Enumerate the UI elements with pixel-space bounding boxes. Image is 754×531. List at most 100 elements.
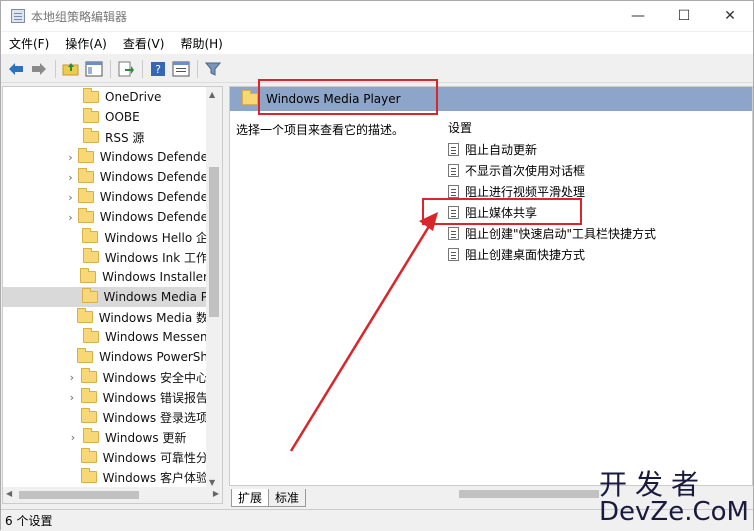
up-folder-button[interactable]	[60, 58, 82, 80]
scroll-right-icon[interactable]: ▶	[213, 489, 219, 498]
policy-row[interactable]: 不显示首次使用对话框	[448, 160, 585, 180]
tree-item[interactable]: Windows 客户体验	[3, 467, 208, 487]
tree-item[interactable]: Windows Messen	[3, 327, 208, 347]
folder-icon	[82, 228, 99, 243]
properties-button[interactable]	[170, 58, 192, 80]
scroll-thumb[interactable]	[19, 491, 139, 499]
folder-up-icon	[62, 62, 79, 75]
tree-item[interactable]: › Windows Defende	[3, 187, 208, 207]
tree-item[interactable]: › Windows Defende	[3, 147, 208, 167]
watermark: 开发者 DevZe.CoM	[599, 463, 749, 529]
policy-row[interactable]: 阻止自动更新	[448, 139, 537, 159]
tree-item[interactable]: Windows Ink 工作	[3, 247, 208, 267]
back-arrow-icon	[9, 62, 23, 75]
folder-icon	[77, 188, 94, 203]
tree-item[interactable]: › Windows 更新	[3, 427, 208, 447]
tree-item[interactable]: › Windows 安全中心	[3, 367, 208, 387]
policy-editor-icon	[11, 9, 25, 23]
view-tabs: 扩展 标准	[231, 487, 307, 507]
tree-item[interactable]: OneDrive	[3, 87, 208, 107]
expand-chevron-icon[interactable]: ›	[67, 171, 74, 184]
tree-item[interactable]: Windows Installer	[3, 267, 208, 287]
scroll-thumb[interactable]	[459, 490, 599, 498]
export-list-button[interactable]	[115, 58, 137, 80]
expand-chevron-icon[interactable]: ›	[67, 211, 74, 224]
scroll-down-icon[interactable]: ▼	[209, 478, 215, 487]
tree-horizontal-scrollbar[interactable]: ◀ ▶	[3, 487, 222, 503]
watermark-en: DevZe.CoM	[599, 497, 749, 527]
tree-item[interactable]: › Windows Defende	[3, 167, 208, 187]
folder-icon	[80, 448, 97, 463]
tree-item-label: Windows 错误报告	[102, 390, 208, 405]
tree-item[interactable]: › Windows Defende	[3, 207, 208, 227]
tree-item[interactable]: › Windows 错误报告	[3, 387, 208, 407]
tree-item-label: Windows Defende	[99, 210, 208, 224]
settings-column-header[interactable]: 设置	[448, 119, 472, 136]
policy-label: 不显示首次使用对话框	[465, 163, 586, 178]
svg-text:?: ?	[155, 63, 161, 76]
show-hide-tree-button[interactable]	[83, 58, 105, 80]
folder-icon	[80, 368, 97, 383]
tree-item[interactable]: RSS 源	[3, 127, 208, 147]
status-text: 6 个设置	[5, 513, 53, 528]
scroll-thumb[interactable]	[209, 167, 219, 317]
tree-vertical-scrollbar[interactable]: ▲ ▼	[206, 87, 222, 489]
scroll-left-icon[interactable]: ◀	[6, 489, 12, 498]
folder-icon	[80, 408, 97, 423]
tree-item-label: Windows Installer	[102, 270, 208, 284]
tree-item[interactable]: Windows 可靠性分	[3, 447, 208, 467]
folder-icon	[242, 90, 258, 105]
expand-chevron-icon[interactable]: ›	[67, 151, 74, 164]
menu-help[interactable]: 帮助(H)	[172, 35, 230, 52]
back-button[interactable]	[5, 58, 27, 80]
description-text: 选择一个项目来查看它的描述。	[236, 123, 405, 137]
filter-icon	[205, 62, 221, 76]
policy-setting-icon	[448, 226, 459, 240]
menu-file[interactable]: 文件(F)	[1, 35, 57, 52]
scroll-up-icon[interactable]: ▲	[209, 90, 215, 99]
tree-item[interactable]: Windows Hello 企	[3, 227, 208, 247]
menu-action[interactable]: 操作(A)	[57, 35, 115, 52]
console-tree[interactable]: OneDrive OOBE RSS 源 › Windows Defende › Window…	[2, 86, 223, 504]
toolbar-divider	[110, 59, 111, 78]
help-icon: ?	[151, 61, 165, 76]
policy-row[interactable]: 阻止创建"快速启动"工具栏快捷方式	[448, 223, 656, 243]
tree-item[interactable]: OOBE	[3, 107, 208, 127]
maximize-button[interactable]: ☐	[661, 1, 707, 31]
details-pane: Windows Media Player 选择一个项目来查看它的描述。 设置 阻…	[229, 86, 753, 486]
window-controls: — ☐ ✕	[615, 1, 753, 31]
console-tree-icon	[85, 61, 103, 76]
tree-item-selected[interactable]: Windows Media P	[3, 287, 208, 307]
policy-row[interactable]: 阻止创建桌面快捷方式	[448, 244, 585, 264]
folder-icon	[83, 88, 99, 103]
tree-item[interactable]: Windows 登录选项	[3, 407, 208, 427]
expand-chevron-icon[interactable]: ›	[67, 391, 77, 404]
properties-icon	[172, 61, 190, 76]
folder-icon	[80, 468, 97, 483]
folder-icon	[83, 108, 99, 123]
forward-button[interactable]	[28, 58, 50, 80]
help-button[interactable]: ?	[147, 58, 169, 80]
expand-chevron-icon[interactable]: ›	[67, 431, 79, 444]
folder-icon	[77, 348, 94, 363]
expand-chevron-icon[interactable]: ›	[67, 371, 77, 384]
tree-item-label: Windows Media 数	[98, 310, 208, 325]
folder-icon	[77, 148, 94, 163]
tab-standard[interactable]: 标准	[268, 489, 307, 507]
expand-chevron-icon[interactable]: ›	[67, 191, 74, 204]
tree-item[interactable]: Windows Media 数	[3, 307, 208, 327]
tree-item-label: Windows 更新	[105, 430, 187, 445]
close-button[interactable]: ✕	[707, 1, 753, 31]
filter-button[interactable]	[202, 58, 224, 80]
folder-icon	[77, 168, 94, 183]
tab-extended[interactable]: 扩展	[231, 489, 270, 507]
menu-view[interactable]: 查看(V)	[115, 35, 173, 52]
tree-item-label: Windows Defende	[99, 150, 208, 164]
policy-setting-icon	[448, 142, 459, 156]
tree-item-label: OOBE	[105, 110, 140, 124]
minimize-button[interactable]: —	[615, 1, 661, 31]
tree-item-label: Windows 可靠性分	[102, 450, 208, 465]
tree-item-label: Windows Messen	[105, 330, 208, 344]
tree-item[interactable]: Windows PowerSh	[3, 347, 208, 367]
policy-setting-icon	[448, 184, 459, 198]
